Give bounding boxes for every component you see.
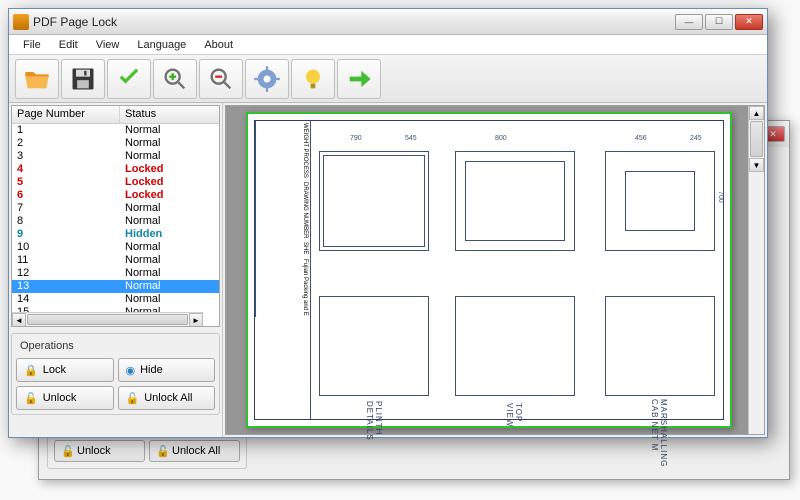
pdf-viewer[interactable]: WEIGHT PROCESS DRAWING NUMBER SHE Fujian… bbox=[225, 105, 765, 435]
table-row[interactable]: 13Normal bbox=[12, 280, 219, 293]
bg-unlock-all-button[interactable]: 🔓Unlock All bbox=[149, 440, 240, 462]
table-row[interactable]: 14Normal bbox=[12, 293, 219, 306]
unlock-icon: 🔓 bbox=[61, 445, 73, 457]
grid-header: Page Number Status bbox=[12, 106, 219, 124]
minimize-button[interactable]: — bbox=[675, 14, 703, 30]
hide-button[interactable]: ◉Hide bbox=[118, 358, 216, 382]
page-list[interactable]: Page Number Status 1Normal2Normal3Normal… bbox=[11, 105, 220, 327]
zoom-out-icon bbox=[207, 65, 235, 93]
table-row[interactable]: 3Normal bbox=[12, 150, 219, 163]
toolbar-zoom-in-button[interactable] bbox=[153, 59, 197, 99]
drawing-title-block: WEIGHT PROCESS DRAWING NUMBER SHE Fujian… bbox=[255, 121, 311, 419]
table-row[interactable]: 5Locked bbox=[12, 176, 219, 189]
menu-edit[interactable]: Edit bbox=[51, 37, 86, 53]
maximize-button[interactable]: ☐ bbox=[705, 14, 733, 30]
scroll-thumb[interactable] bbox=[27, 314, 188, 325]
col-page-number[interactable]: Page Number bbox=[12, 106, 120, 123]
app-icon bbox=[13, 14, 29, 30]
scroll-left-icon[interactable]: ◄ bbox=[12, 313, 26, 327]
unlock-icon: 🔓 bbox=[24, 392, 38, 405]
table-row[interactable]: 8Normal bbox=[12, 215, 219, 228]
table-row[interactable]: 11Normal bbox=[12, 254, 219, 267]
table-row[interactable]: 2Normal bbox=[12, 137, 219, 150]
col-status[interactable]: Status bbox=[120, 106, 219, 123]
horizontal-scrollbar[interactable]: ◄ ► bbox=[12, 312, 203, 326]
unlock-button[interactable]: 🔓Unlock bbox=[16, 386, 114, 410]
toolbar-zoom-out-button[interactable] bbox=[199, 59, 243, 99]
table-row[interactable]: 4Locked bbox=[12, 163, 219, 176]
scroll-up-icon[interactable]: ▲ bbox=[749, 106, 764, 120]
gear-icon bbox=[253, 65, 281, 93]
window-title: PDF Page Lock bbox=[33, 15, 675, 29]
lightbulb-icon bbox=[299, 65, 327, 93]
floppy-disk-icon bbox=[69, 65, 97, 93]
check-icon bbox=[115, 65, 143, 93]
pdf-page: WEIGHT PROCESS DRAWING NUMBER SHE Fujian… bbox=[246, 112, 732, 428]
label-plinth: PLINTH DETAILS bbox=[365, 401, 383, 441]
scroll-down-icon[interactable]: ▼ bbox=[749, 158, 764, 172]
titlebar[interactable]: PDF Page Lock — ☐ ✕ bbox=[9, 9, 767, 35]
toolbar-settings-button[interactable] bbox=[245, 59, 289, 99]
table-row[interactable]: 12Normal bbox=[12, 267, 219, 280]
table-row[interactable]: 9Hidden bbox=[12, 228, 219, 241]
menu-about[interactable]: About bbox=[196, 37, 241, 53]
unlock-all-icon: 🔓 bbox=[126, 392, 140, 405]
toolbar-apply-button[interactable] bbox=[107, 59, 151, 99]
unlock-all-button[interactable]: 🔓Unlock All bbox=[118, 386, 216, 410]
label-top-view: TOP VIEW bbox=[505, 403, 523, 427]
table-row[interactable]: 1Normal bbox=[12, 124, 219, 137]
unlock-all-icon: 🔓 bbox=[156, 445, 168, 457]
main-window: PDF Page Lock — ☐ ✕ File Edit View Langu… bbox=[8, 8, 768, 438]
close-button[interactable]: ✕ bbox=[735, 14, 763, 30]
menu-language[interactable]: Language bbox=[129, 37, 194, 53]
zoom-in-icon bbox=[161, 65, 189, 93]
vertical-scrollbar[interactable]: ▲ ▼ bbox=[748, 106, 764, 434]
toolbar-save-button[interactable] bbox=[61, 59, 105, 99]
lock-button[interactable]: 🔒Lock bbox=[16, 358, 114, 382]
menubar: File Edit View Language About bbox=[9, 35, 767, 55]
left-panel: Page Number Status 1Normal2Normal3Normal… bbox=[9, 103, 223, 437]
toolbar-open-button[interactable] bbox=[15, 59, 59, 99]
lock-icon: 🔒 bbox=[24, 364, 38, 377]
toolbar-idea-button[interactable] bbox=[291, 59, 335, 99]
operations-panel: Operations 🔒Lock ◉Hide 🔓Unlock 🔓Unlock A… bbox=[11, 333, 220, 415]
vscroll-thumb[interactable] bbox=[750, 121, 763, 157]
arrow-right-icon bbox=[345, 65, 373, 93]
table-row[interactable]: 10Normal bbox=[12, 241, 219, 254]
menu-file[interactable]: File bbox=[15, 37, 49, 53]
toolbar-next-button[interactable] bbox=[337, 59, 381, 99]
folder-open-icon bbox=[23, 65, 51, 93]
label-cabinet: MARSHALLING CABINET M bbox=[650, 399, 668, 467]
table-row[interactable]: 7Normal bbox=[12, 202, 219, 215]
scroll-right-icon[interactable]: ► bbox=[189, 313, 203, 327]
operations-title: Operations bbox=[16, 338, 215, 358]
menu-view[interactable]: View bbox=[88, 37, 128, 53]
eye-slash-icon: ◉ bbox=[126, 364, 136, 377]
table-row[interactable]: 6Locked bbox=[12, 189, 219, 202]
toolbar bbox=[9, 55, 767, 103]
bg-unlock-button[interactable]: 🔓Unlock bbox=[54, 440, 145, 462]
